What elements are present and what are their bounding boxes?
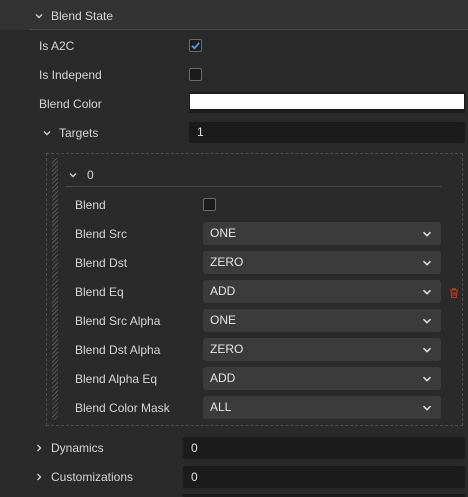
blend-enabled-label: Blend — [75, 198, 106, 212]
blend-src-alpha-select[interactable]: ONE — [203, 309, 441, 332]
blend-src-select[interactable]: ONE — [203, 222, 441, 245]
customizations-label[interactable]: Customizations — [51, 470, 133, 484]
blend-dst-value: ZERO — [210, 255, 244, 269]
blend-dst-alpha-select[interactable]: ZERO — [203, 338, 441, 361]
chevron-down-icon — [422, 376, 432, 382]
blend-state-title[interactable]: Blend State — [51, 9, 113, 23]
blend-color-fill — [190, 94, 464, 109]
targets-count-field[interactable]: 1 — [189, 122, 465, 143]
blend-color-swatch[interactable] — [189, 92, 465, 113]
is-independ-checkbox[interactable] — [189, 68, 202, 81]
chevron-down-icon[interactable] — [41, 127, 53, 139]
blend-alpha-eq-value: ADD — [210, 371, 236, 385]
target-0-divider — [65, 186, 442, 187]
is-a2c-checkbox[interactable] — [189, 39, 202, 52]
blend-dst-label: Blend Dst — [75, 256, 128, 270]
trash-icon[interactable] — [448, 287, 460, 299]
chevron-down-icon — [422, 405, 432, 411]
chevron-right-icon[interactable] — [33, 442, 45, 454]
blend-eq-value: ADD — [210, 284, 236, 298]
chevron-down-icon — [422, 231, 432, 237]
blend-src-value: ONE — [210, 226, 237, 240]
chevron-down-icon — [422, 318, 432, 324]
blend-enabled-checkbox[interactable] — [203, 198, 216, 211]
blend-eq-select[interactable]: ADD — [203, 280, 441, 303]
blend-alpha-eq-select[interactable]: ADD — [203, 367, 441, 390]
blend-src-label: Blend Src — [75, 227, 128, 241]
blend-color-mask-value: ALL — [210, 400, 232, 414]
chevron-down-icon[interactable] — [33, 10, 45, 22]
chevron-down-icon — [422, 289, 432, 295]
blend-color-label: Blend Color — [39, 97, 102, 111]
blend-color-mask-select[interactable]: ALL — [203, 396, 441, 419]
header-divider — [30, 29, 468, 30]
blend-src-alpha-label: Blend Src Alpha — [75, 314, 161, 328]
chevron-down-icon — [422, 347, 432, 353]
target-0-drag-handle[interactable] — [52, 158, 58, 420]
target-0-header[interactable]: 0 — [87, 168, 94, 182]
check-icon — [191, 42, 200, 50]
is-a2c-label: Is A2C — [39, 39, 75, 53]
blend-dst-alpha-value: ZERO — [210, 342, 244, 356]
blend-color-mask-label: Blend Color Mask — [75, 401, 170, 415]
chevron-right-icon[interactable] — [33, 471, 45, 483]
chevron-down-icon[interactable] — [67, 169, 79, 181]
dynamics-label[interactable]: Dynamics — [51, 441, 104, 455]
customizations-count-field[interactable]: 0 — [183, 466, 465, 488]
dynamics-count-field[interactable]: 0 — [183, 437, 465, 459]
blend-src-alpha-value: ONE — [210, 313, 237, 327]
blend-eq-label: Blend Eq — [75, 285, 124, 299]
blend-alpha-eq-label: Blend Alpha Eq — [75, 372, 158, 386]
blend-dst-alpha-label: Blend Dst Alpha — [75, 343, 161, 357]
targets-label[interactable]: Targets — [59, 126, 98, 140]
blend-dst-select[interactable]: ZERO — [203, 251, 441, 274]
is-independ-label: Is Independ — [39, 68, 102, 82]
chevron-down-icon — [422, 260, 432, 266]
